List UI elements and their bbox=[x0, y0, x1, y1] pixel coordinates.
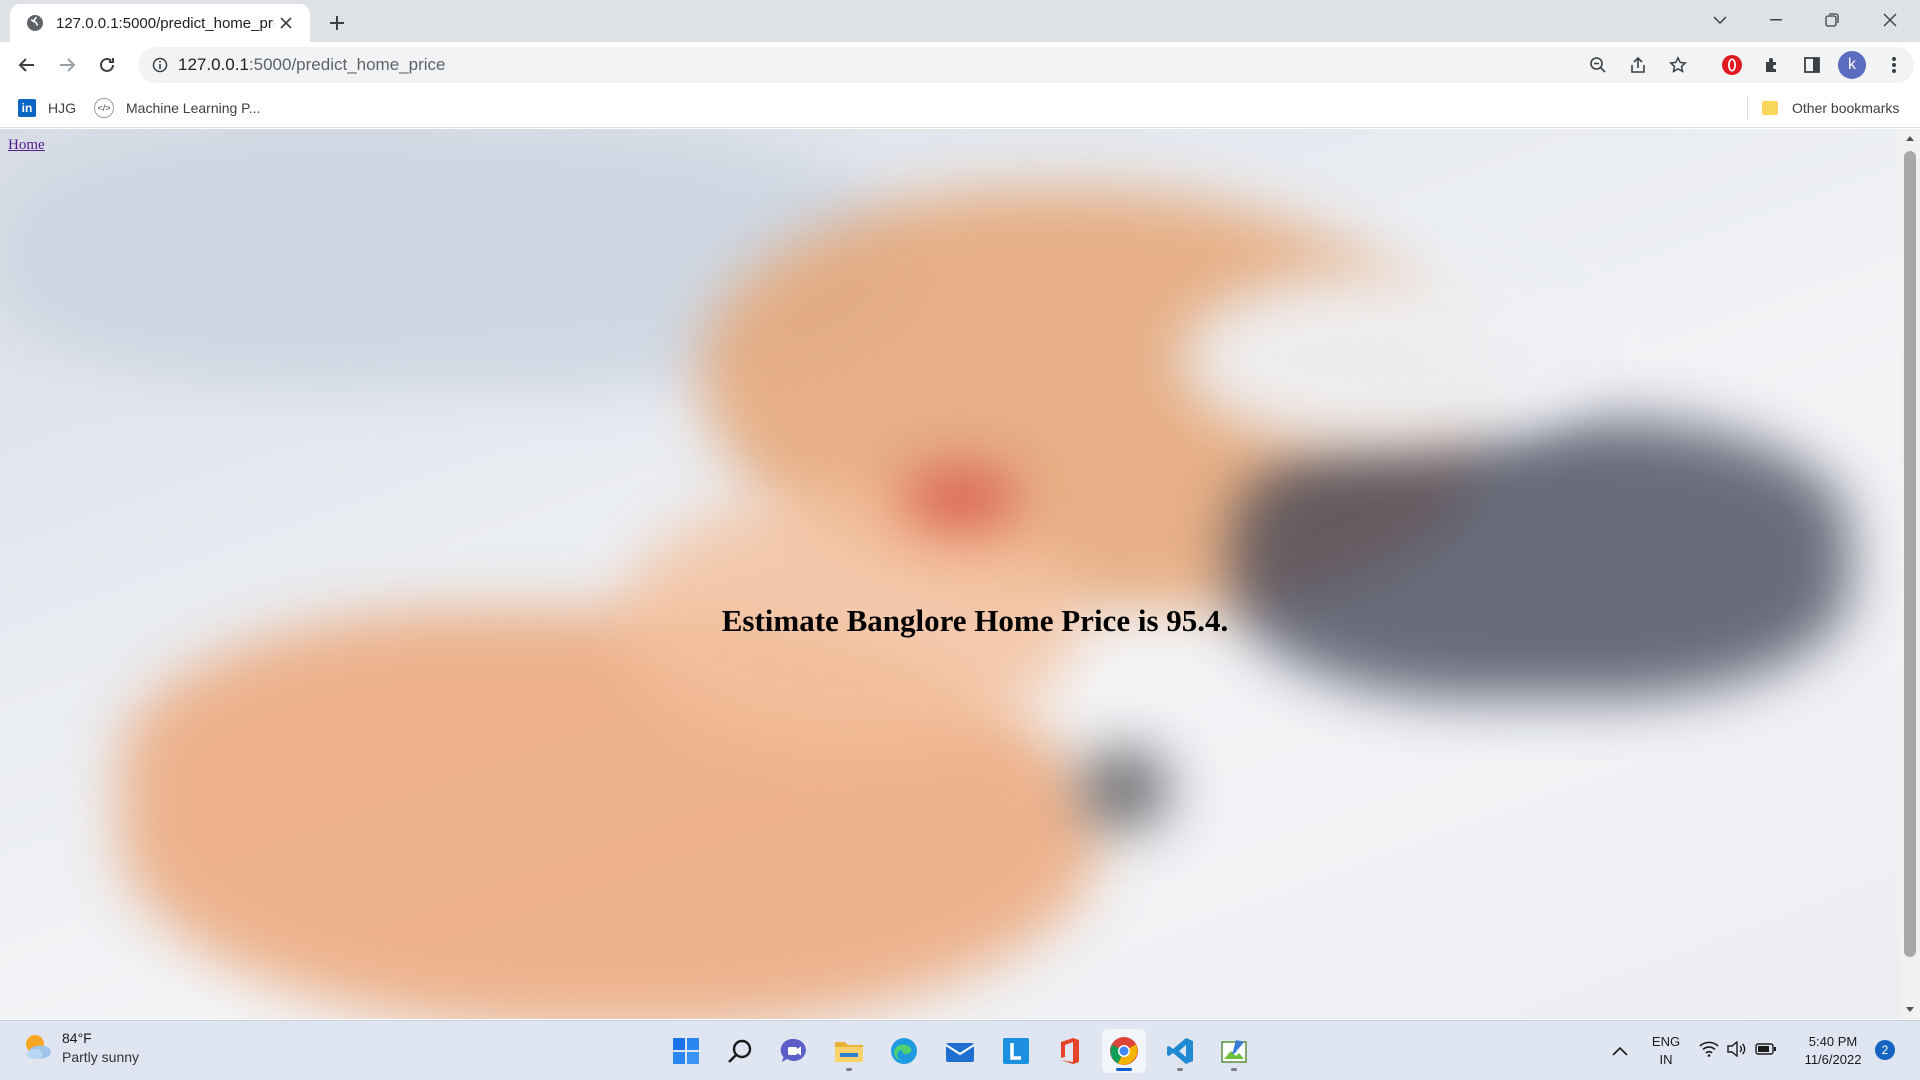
battery-icon bbox=[1755, 1042, 1777, 1060]
language-line1: ENG bbox=[1651, 1034, 1681, 1049]
bookmarks-separator bbox=[1747, 96, 1748, 120]
tab-title: 127.0.0.1:5000/predict_home_price bbox=[56, 14, 274, 32]
show-hidden-icons-chevron-icon[interactable] bbox=[1600, 1029, 1640, 1073]
chrome-icon[interactable] bbox=[1102, 1029, 1146, 1073]
page-viewport: Home Estimate Banglore Home Price is 95.… bbox=[0, 129, 1900, 1019]
blurred-background-image bbox=[0, 129, 1900, 1019]
side-panel-icon[interactable] bbox=[1796, 49, 1828, 81]
image-app-icon[interactable] bbox=[1212, 1029, 1256, 1073]
start-icon[interactable] bbox=[664, 1029, 708, 1073]
l-app-icon[interactable] bbox=[994, 1029, 1038, 1073]
code-icon: </> bbox=[94, 98, 114, 118]
other-bookmarks-label: Other bookmarks bbox=[1792, 100, 1900, 116]
url-path: :5000/predict_home_price bbox=[248, 55, 446, 74]
clock-date: 11/6/2022 bbox=[1804, 1052, 1862, 1067]
bookmark-star-icon[interactable] bbox=[1662, 49, 1694, 81]
language-line2: IN bbox=[1659, 1052, 1673, 1067]
mail-icon[interactable] bbox=[938, 1029, 982, 1073]
wifi-icon bbox=[1699, 1041, 1719, 1062]
globe-icon bbox=[26, 14, 44, 32]
vscode-icon[interactable] bbox=[1158, 1029, 1202, 1073]
profile-initial: k bbox=[1838, 51, 1866, 79]
predicted-price-text: Estimate Banglore Home Price is 95.4. bbox=[721, 603, 1229, 638]
address-bar[interactable]: 127.0.0.1:5000/predict_home_price bbox=[138, 47, 1914, 83]
bookmark-label: HJG bbox=[48, 100, 76, 116]
search-icon[interactable] bbox=[718, 1029, 762, 1073]
partly-sunny-icon bbox=[22, 1031, 54, 1066]
close-tab-icon[interactable] bbox=[274, 11, 298, 35]
running-indicator bbox=[1177, 1068, 1183, 1071]
office-icon[interactable] bbox=[1048, 1029, 1092, 1073]
close-window-button[interactable] bbox=[1862, 0, 1918, 40]
chat-icon[interactable] bbox=[772, 1029, 816, 1073]
url-text: 127.0.0.1:5000/predict_home_price bbox=[178, 55, 445, 75]
tab-strip: 127.0.0.1:5000/predict_home_price bbox=[0, 0, 1920, 42]
running-indicator bbox=[1231, 1068, 1237, 1071]
running-indicator bbox=[846, 1068, 852, 1071]
forward-button[interactable] bbox=[51, 49, 83, 81]
tab-search-icon[interactable] bbox=[1692, 0, 1748, 40]
browser-toolbar: 127.0.0.1:5000/predict_home_price k bbox=[0, 42, 1920, 88]
weather-temp: 84°F bbox=[62, 1030, 92, 1046]
notification-count-badge[interactable]: 2 bbox=[1875, 1040, 1895, 1060]
menu-kebab-icon[interactable] bbox=[1878, 49, 1910, 81]
weather-widget[interactable]: 84°F Partly sunny bbox=[22, 1029, 139, 1067]
url-host: 127.0.0.1 bbox=[178, 55, 249, 74]
volume-icon bbox=[1727, 1040, 1747, 1062]
weather-condition: Partly sunny bbox=[62, 1049, 140, 1065]
share-icon[interactable] bbox=[1622, 49, 1654, 81]
home-link[interactable]: Home bbox=[8, 137, 45, 154]
page-scrollbar[interactable] bbox=[1900, 129, 1920, 1019]
folder-icon bbox=[1762, 101, 1778, 115]
restore-button[interactable] bbox=[1804, 0, 1860, 40]
reload-button[interactable] bbox=[91, 49, 123, 81]
bookmark-machine-learning[interactable]: </> Machine Learning P... bbox=[94, 94, 260, 122]
clock-time: 5:40 PM bbox=[1808, 1034, 1858, 1049]
other-bookmarks[interactable]: Other bookmarks bbox=[1762, 94, 1899, 122]
scroll-down-arrow-icon[interactable] bbox=[1900, 1001, 1920, 1019]
windows-taskbar: 84°F Partly sunny ENG IN 5:40 PM 11/6/20… bbox=[0, 1020, 1920, 1080]
zoom-icon[interactable] bbox=[1582, 49, 1614, 81]
active-tab[interactable]: 127.0.0.1:5000/predict_home_price bbox=[10, 4, 310, 42]
bookmarks-bar: in HJG </> Machine Learning P... Other b… bbox=[0, 88, 1920, 128]
edge-icon[interactable] bbox=[882, 1029, 926, 1073]
site-info-icon[interactable] bbox=[148, 53, 172, 77]
clock[interactable]: 5:40 PM 11/6/2022 bbox=[1794, 1033, 1872, 1069]
browser-window: 127.0.0.1:5000/predict_home_price 127.0.… bbox=[0, 0, 1920, 1080]
scroll-thumb[interactable] bbox=[1904, 151, 1916, 957]
system-tray-quick-settings[interactable] bbox=[1690, 1029, 1786, 1073]
bookmark-hjg[interactable]: in HJG bbox=[18, 94, 76, 122]
opera-extension-icon[interactable] bbox=[1716, 49, 1748, 81]
active-indicator bbox=[1116, 1068, 1132, 1071]
extensions-icon[interactable] bbox=[1756, 49, 1788, 81]
minimize-button[interactable] bbox=[1748, 0, 1804, 40]
scroll-up-arrow-icon[interactable] bbox=[1900, 129, 1920, 147]
profile-avatar[interactable]: k bbox=[1836, 49, 1868, 81]
file-explorer-icon[interactable] bbox=[827, 1029, 871, 1073]
linkedin-icon: in bbox=[18, 99, 36, 117]
back-button[interactable] bbox=[11, 49, 43, 81]
bookmark-label: Machine Learning P... bbox=[126, 100, 261, 116]
new-tab-button[interactable] bbox=[322, 8, 352, 38]
language-indicator[interactable]: ENG IN bbox=[1647, 1033, 1685, 1069]
